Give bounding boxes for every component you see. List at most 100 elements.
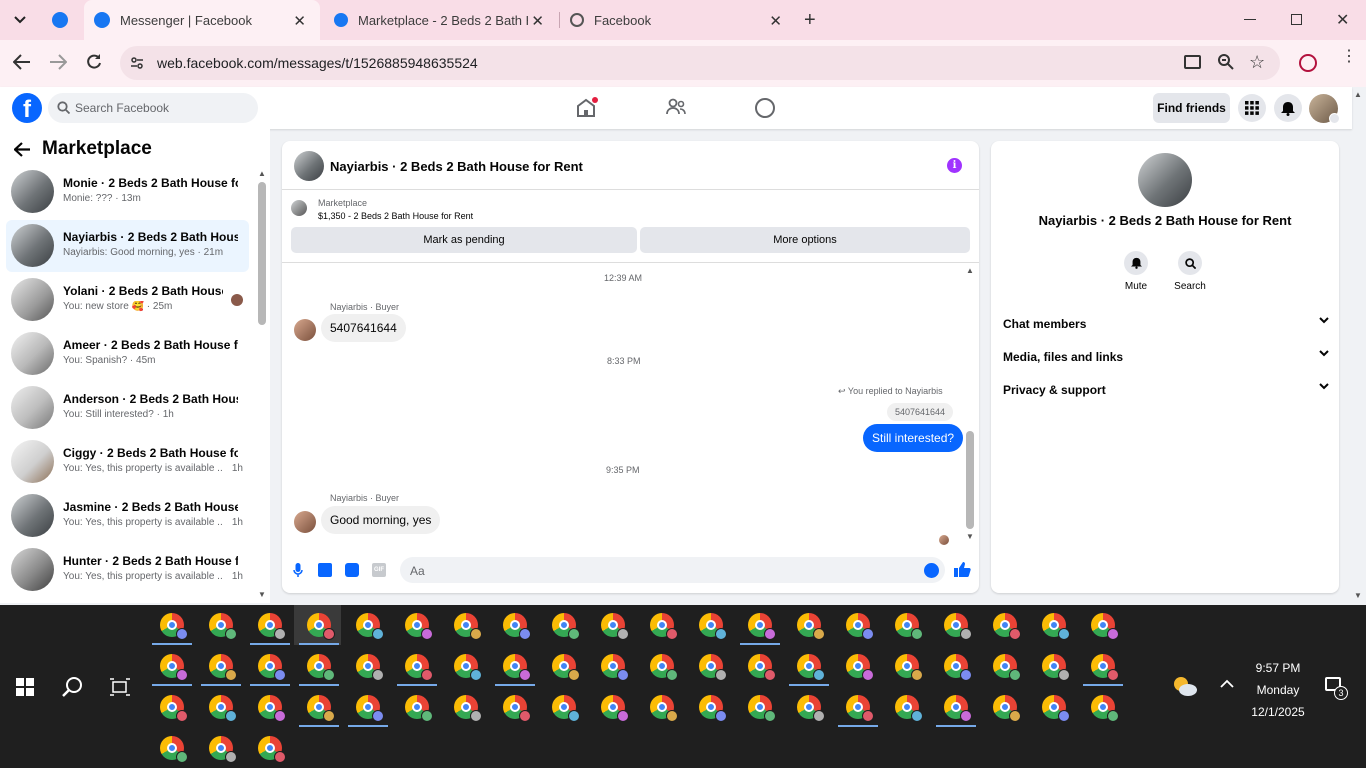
chrome-taskbar-icon[interactable] xyxy=(356,654,384,681)
chrome-taskbar-icon[interactable] xyxy=(209,736,237,763)
new-tab-icon[interactable]: + xyxy=(804,9,816,32)
chrome-taskbar-icon[interactable] xyxy=(895,613,923,640)
zoom-icon[interactable] xyxy=(1218,54,1234,70)
chrome-taskbar-icon[interactable] xyxy=(944,695,972,722)
chrome-taskbar-icon[interactable] xyxy=(307,654,335,681)
chat-members-section[interactable]: Chat members xyxy=(1003,317,1329,331)
chrome-taskbar-icon[interactable] xyxy=(552,654,580,681)
chrome-taskbar-icon[interactable] xyxy=(993,654,1021,681)
scroll-down-arrow[interactable]: ▼ xyxy=(258,590,266,600)
chrome-taskbar-icon[interactable] xyxy=(699,695,727,722)
tab-search-icon[interactable] xyxy=(8,8,32,32)
chrome-taskbar-icon[interactable] xyxy=(846,613,874,640)
chrome-taskbar-icon[interactable] xyxy=(552,695,580,722)
privacy-support-section[interactable]: Privacy & support xyxy=(1003,383,1329,397)
chrome-taskbar-icon[interactable] xyxy=(160,736,188,763)
close-tab-icon[interactable]: ✕ xyxy=(531,12,544,30)
install-app-icon[interactable] xyxy=(1184,55,1201,69)
chrome-taskbar-icon[interactable] xyxy=(944,654,972,681)
find-friends-button[interactable]: Find friends xyxy=(1153,93,1230,123)
chrome-taskbar-icon[interactable] xyxy=(601,695,629,722)
pinned-facebook-tab[interactable] xyxy=(52,12,68,28)
message-bubble[interactable]: 5407641644 xyxy=(321,314,406,342)
chrome-taskbar-icon[interactable] xyxy=(846,654,874,681)
windows-start-icon[interactable] xyxy=(16,678,34,696)
chrome-taskbar-icon[interactable] xyxy=(503,613,531,640)
quoted-message[interactable]: 5407641644 xyxy=(887,403,954,421)
chrome-taskbar-icon[interactable] xyxy=(209,613,237,640)
chrome-taskbar-icon[interactable] xyxy=(209,695,237,722)
chrome-taskbar-icon[interactable] xyxy=(258,695,286,722)
reload-icon[interactable] xyxy=(86,54,102,70)
sent-message-bubble[interactable]: Still interested? xyxy=(863,424,964,452)
scroll-up-arrow[interactable]: ▲ xyxy=(966,266,974,275)
photo-icon[interactable] xyxy=(318,563,332,577)
chrome-taskbar-icon[interactable] xyxy=(650,695,678,722)
tab-messenger[interactable]: Messenger | Facebook ✕ xyxy=(84,0,320,40)
close-window-icon[interactable]: ✕ xyxy=(1336,10,1349,30)
chat-title[interactable]: Nayiarbis · 2 Beds 2 Bath House for Rent xyxy=(330,159,583,174)
chrome-taskbar-icon[interactable] xyxy=(405,654,433,681)
menu-grid-icon[interactable] xyxy=(1238,94,1266,122)
site-info-icon[interactable] xyxy=(130,56,144,70)
chrome-taskbar-icon[interactable] xyxy=(601,654,629,681)
conversation-item[interactable]: Hunter · 2 Beds 2 Bath House f... You: Y… xyxy=(6,544,249,596)
forward-icon[interactable] xyxy=(49,54,67,70)
sidebar-scrollbar-thumb[interactable] xyxy=(258,182,266,325)
weather-icon[interactable] xyxy=(1172,675,1197,696)
browser-menu-icon[interactable]: ⋮ xyxy=(1341,49,1357,65)
chrome-taskbar-icon[interactable] xyxy=(748,695,776,722)
conversation-item[interactable]: Monie · 2 Beds 2 Bath House fo... Monie:… xyxy=(6,166,249,218)
tab-facebook[interactable]: Facebook ✕ xyxy=(560,0,796,40)
page-scroll-down[interactable]: ▼ xyxy=(1354,591,1362,600)
chrome-taskbar-icon[interactable] xyxy=(1091,695,1119,722)
chrome-taskbar-icon[interactable] xyxy=(405,695,433,722)
chrome-taskbar-icon[interactable] xyxy=(454,613,482,640)
media-files-links-section[interactable]: Media, files and links xyxy=(1003,350,1329,364)
chrome-taskbar-icon[interactable] xyxy=(160,613,188,640)
account-chevron-icon[interactable] xyxy=(1329,113,1340,124)
conversation-item[interactable]: Ameer · 2 Beds 2 Bath House fo... You: S… xyxy=(6,328,249,380)
bookmark-star-icon[interactable]: ☆ xyxy=(1249,52,1265,73)
friends-icon[interactable] xyxy=(666,98,686,116)
restore-icon[interactable] xyxy=(1291,14,1302,25)
chrome-taskbar-icon[interactable] xyxy=(307,613,335,640)
tab-marketplace[interactable]: Marketplace - 2 Beds 2 Bath Ho ✕ xyxy=(322,0,558,40)
message-input[interactable]: Aa xyxy=(400,557,945,583)
chrome-taskbar-icon[interactable] xyxy=(895,654,923,681)
microphone-icon[interactable] xyxy=(293,563,303,578)
address-bar[interactable]: web.facebook.com/messages/t/152688594863… xyxy=(120,46,1280,80)
like-thumb-icon[interactable] xyxy=(954,561,971,578)
scroll-down-arrow[interactable]: ▼ xyxy=(966,532,974,541)
close-tab-icon[interactable]: ✕ xyxy=(293,12,306,30)
mute-bell-icon[interactable] xyxy=(1124,251,1148,275)
facebook-search-input[interactable]: Search Facebook xyxy=(48,93,258,123)
minimize-icon[interactable] xyxy=(1244,19,1256,20)
chrome-taskbar-icon[interactable] xyxy=(307,695,335,722)
chrome-taskbar-icon[interactable] xyxy=(699,613,727,640)
chrome-taskbar-icon[interactable] xyxy=(552,613,580,640)
gif-icon[interactable]: GIF xyxy=(372,563,386,577)
chrome-taskbar-icon[interactable] xyxy=(160,654,188,681)
system-clock[interactable]: 9:57 PM Monday 12/1/2025 xyxy=(1232,657,1324,723)
sticker-icon[interactable] xyxy=(345,563,359,577)
conversation-item-selected[interactable]: Nayiarbis · 2 Beds 2 Bath House... Nayia… xyxy=(6,220,249,272)
conversation-item[interactable]: Anderson · 2 Beds 2 Bath Hous... You: St… xyxy=(6,382,249,434)
notifications-bell-icon[interactable] xyxy=(1274,94,1302,122)
chrome-taskbar-icon[interactable] xyxy=(944,613,972,640)
scroll-up-arrow[interactable]: ▲ xyxy=(258,169,266,179)
chrome-taskbar-icon[interactable] xyxy=(895,695,923,722)
more-options-button[interactable]: More options xyxy=(640,227,970,253)
chrome-taskbar-icon[interactable] xyxy=(258,736,286,763)
chrome-taskbar-icon[interactable] xyxy=(160,695,188,722)
back-arrow-icon[interactable] xyxy=(14,142,31,157)
chrome-taskbar-icon[interactable] xyxy=(1042,695,1070,722)
conversation-item[interactable]: Jasmine · 2 Beds 2 Bath House f... You: … xyxy=(6,490,249,542)
chrome-taskbar-icon[interactable] xyxy=(1091,613,1119,640)
sender-avatar[interactable] xyxy=(294,319,316,341)
emoji-icon[interactable] xyxy=(924,563,939,578)
chrome-taskbar-icon[interactable] xyxy=(797,613,825,640)
task-view-icon[interactable] xyxy=(110,678,130,696)
chrome-taskbar-icon[interactable] xyxy=(1042,613,1070,640)
chrome-taskbar-icon[interactable] xyxy=(258,654,286,681)
